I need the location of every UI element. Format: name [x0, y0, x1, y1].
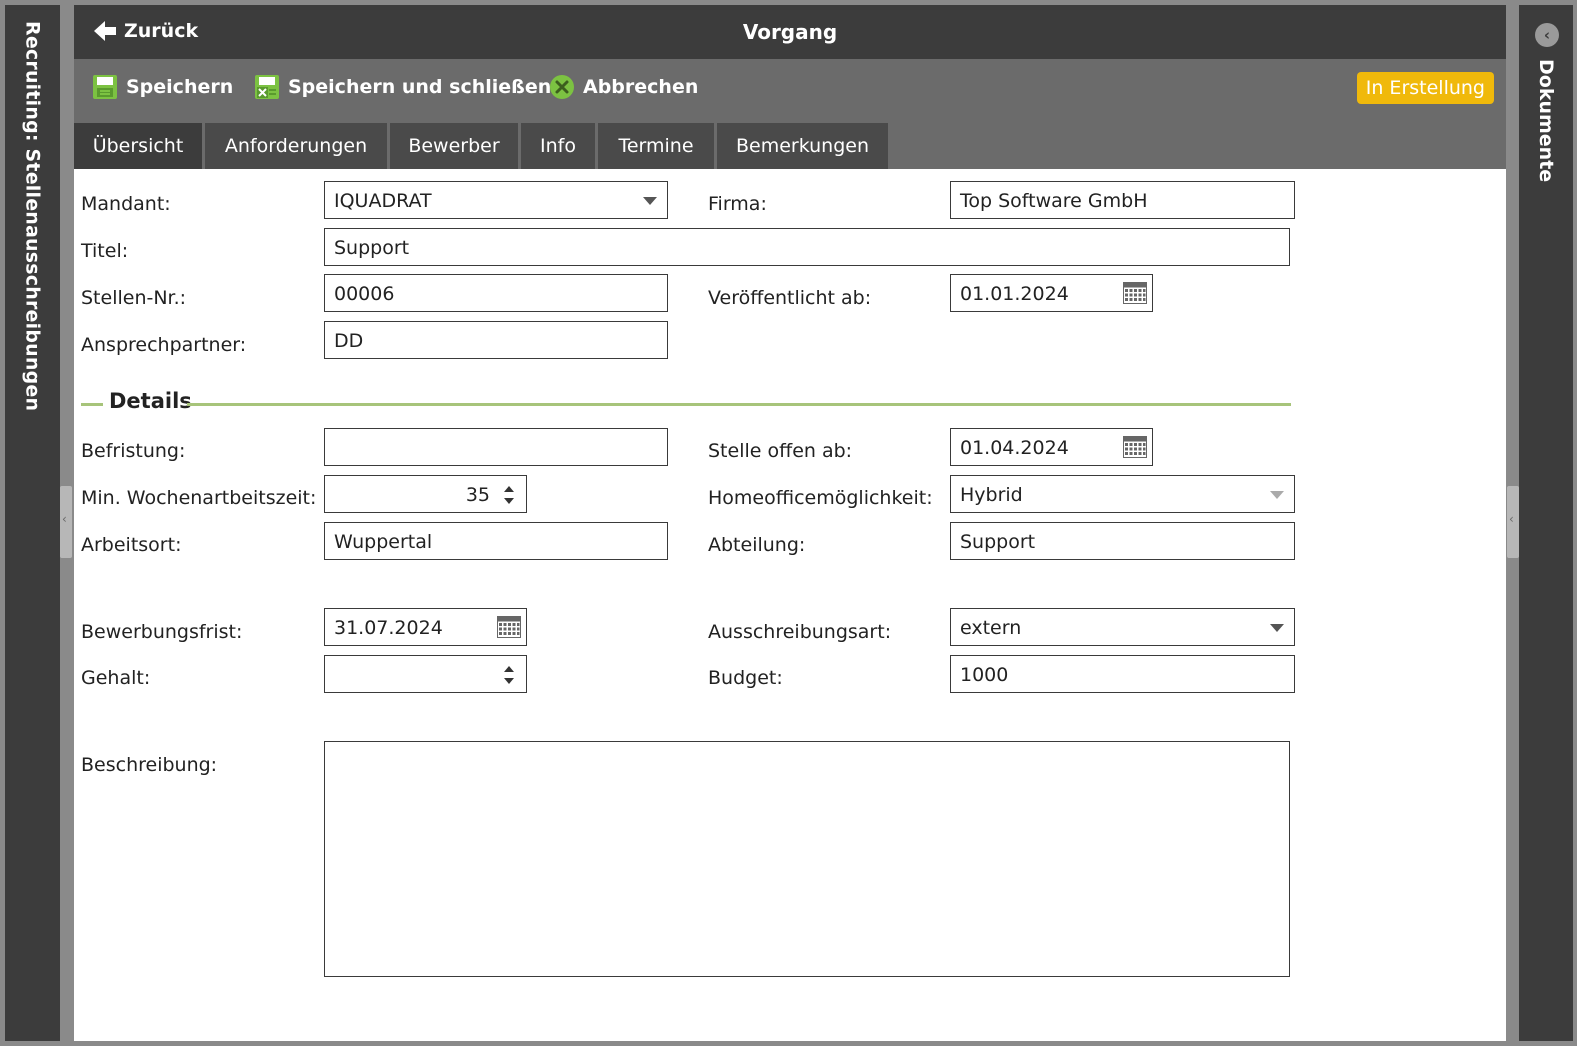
left-panel-splitter-handle[interactable]: ‹ — [60, 486, 72, 558]
save-and-close-button-label: Speichern und schließen — [288, 76, 552, 98]
befristung-field[interactable] — [324, 428, 668, 466]
veroeffentlicht-ab-date-field[interactable]: 01.01.2024 — [950, 274, 1153, 312]
mandant-value: IQUADRAT — [334, 190, 432, 212]
budget-field[interactable]: 1000 — [950, 655, 1295, 693]
wochenarbeitszeit-stepper[interactable]: 35 — [324, 475, 527, 513]
firma-field[interactable]: Top Software GmbH — [950, 181, 1295, 219]
toolbar: Speichern Speichern und schließen Abbrec… — [74, 59, 1506, 119]
budget-value: 1000 — [960, 664, 1009, 686]
stellen-nr-label: Stellen-Nr.: — [81, 287, 187, 309]
tab-bemerkungen[interactable]: Bemerkungen — [717, 123, 888, 169]
title-bar: Zurück Vorgang — [74, 5, 1506, 59]
gehalt-stepper[interactable] — [324, 655, 527, 693]
chevron-down-icon — [1270, 491, 1284, 499]
save-button[interactable]: Speichern — [92, 74, 233, 100]
cancel-button[interactable]: Abbrechen — [549, 74, 698, 100]
arbeitsort-value: Wuppertal — [334, 531, 433, 553]
ansprechpartner-value: DD — [334, 330, 364, 352]
spinner-up-down-icon[interactable] — [502, 662, 516, 688]
calendar-icon[interactable] — [497, 616, 521, 638]
homeoffice-select[interactable]: Hybrid — [950, 475, 1295, 513]
details-section-title: Details — [109, 389, 192, 413]
abteilung-label: Abteilung: — [708, 534, 806, 556]
chevron-left-circle-icon[interactable]: ‹ — [1535, 23, 1559, 47]
stelle-offen-ab-value: 01.04.2024 — [960, 437, 1069, 459]
main-window: Zurück Vorgang Speichern Speichern und s… — [74, 5, 1506, 1041]
stellen-nr-field[interactable]: 00006 — [324, 274, 668, 312]
cancel-button-label: Abbrechen — [583, 76, 699, 98]
tab-termine[interactable]: Termine — [598, 123, 714, 169]
chevron-left-icon: ‹ — [1509, 512, 1514, 526]
cancel-circle-icon — [550, 75, 574, 99]
window-title: Vorgang — [742, 20, 838, 44]
chevron-down-icon — [1270, 624, 1284, 632]
calendar-icon[interactable] — [1123, 282, 1147, 304]
mandant-label: Mandant: — [81, 193, 171, 215]
ausschreibungsart-value: extern — [960, 617, 1022, 639]
befristung-label: Befristung: — [81, 440, 186, 462]
beschreibung-label: Beschreibung: — [81, 754, 218, 776]
abteilung-value: Support — [960, 531, 1036, 553]
bewerbungsfrist-label: Bewerbungsfrist: — [81, 621, 243, 643]
veroeffentlicht-ab-value: 01.01.2024 — [960, 283, 1069, 305]
tab-uebersicht[interactable]: Übersicht — [74, 123, 202, 169]
stelle-offen-ab-date-field[interactable]: 01.04.2024 — [950, 428, 1153, 466]
tab-bar: Übersicht Anforderungen Bewerber Info Te… — [74, 119, 1506, 169]
abteilung-field[interactable]: Support — [950, 522, 1295, 560]
status-badge: In Erstellung — [1356, 72, 1494, 104]
stelle-offen-ab-label: Stelle offen ab: — [708, 440, 853, 462]
budget-label: Budget: — [708, 667, 783, 689]
titel-value: Support — [334, 237, 410, 259]
ansprechpartner-field[interactable]: DD — [324, 321, 668, 359]
mandant-select[interactable]: IQUADRAT — [324, 181, 668, 219]
left-side-panel[interactable]: Recruiting: Stellenausschreibungen — [5, 5, 60, 1041]
floppy-disk-close-icon — [255, 75, 279, 99]
save-and-close-button[interactable]: Speichern und schließen — [254, 74, 551, 100]
firma-value: Top Software GmbH — [960, 190, 1148, 212]
tab-anforderungen[interactable]: Anforderungen — [205, 123, 387, 169]
ausschreibungsart-select[interactable]: extern — [950, 608, 1295, 646]
titel-label: Titel: — [81, 240, 129, 262]
floppy-disk-icon — [93, 75, 117, 99]
gehalt-label: Gehalt: — [81, 667, 151, 689]
firma-label: Firma: — [708, 193, 767, 215]
left-panel-title: Recruiting: Stellenausschreibungen — [21, 21, 44, 412]
veroeffentlicht-ab-label: Veröffentlicht ab: — [708, 287, 872, 309]
ansprechpartner-label: Ansprechpartner: — [81, 334, 247, 356]
homeoffice-label: Homeofficemöglichkeit: — [708, 487, 933, 509]
arbeitsort-label: Arbeitsort: — [81, 534, 182, 556]
wochenarbeitszeit-label: Min. Wochenartbeitszeit: — [81, 487, 317, 509]
save-button-label: Speichern — [126, 76, 234, 98]
details-section-header: Details — [81, 386, 1291, 416]
form-content: Mandant: IQUADRAT Firma: Top Software Gm… — [74, 177, 1496, 1041]
bewerbungsfrist-value: 31.07.2024 — [334, 617, 443, 639]
documents-panel-title: Dokumente — [1535, 59, 1557, 183]
beschreibung-textarea[interactable] — [324, 741, 1290, 977]
right-panel-splitter-handle[interactable]: ‹ — [1507, 486, 1519, 558]
stellen-nr-value: 00006 — [334, 283, 395, 305]
homeoffice-value: Hybrid — [960, 484, 1023, 506]
documents-side-panel[interactable]: ‹ Dokumente — [1519, 5, 1573, 1041]
tab-info[interactable]: Info — [521, 123, 595, 169]
bewerbungsfrist-date-field[interactable]: 31.07.2024 — [324, 608, 527, 646]
tab-bewerber[interactable]: Bewerber — [390, 123, 518, 169]
spinner-up-down-icon[interactable] — [502, 482, 516, 508]
wochenarbeitszeit-value: 35 — [465, 484, 490, 506]
chevron-left-icon: ‹ — [62, 512, 67, 526]
arbeitsort-field[interactable]: Wuppertal — [324, 522, 668, 560]
section-divider — [81, 403, 103, 406]
chevron-down-icon — [643, 197, 657, 205]
section-divider — [187, 403, 1291, 406]
calendar-icon[interactable] — [1123, 436, 1147, 458]
ausschreibungsart-label: Ausschreibungsart: — [708, 621, 892, 643]
titel-field[interactable]: Support — [324, 228, 1290, 266]
